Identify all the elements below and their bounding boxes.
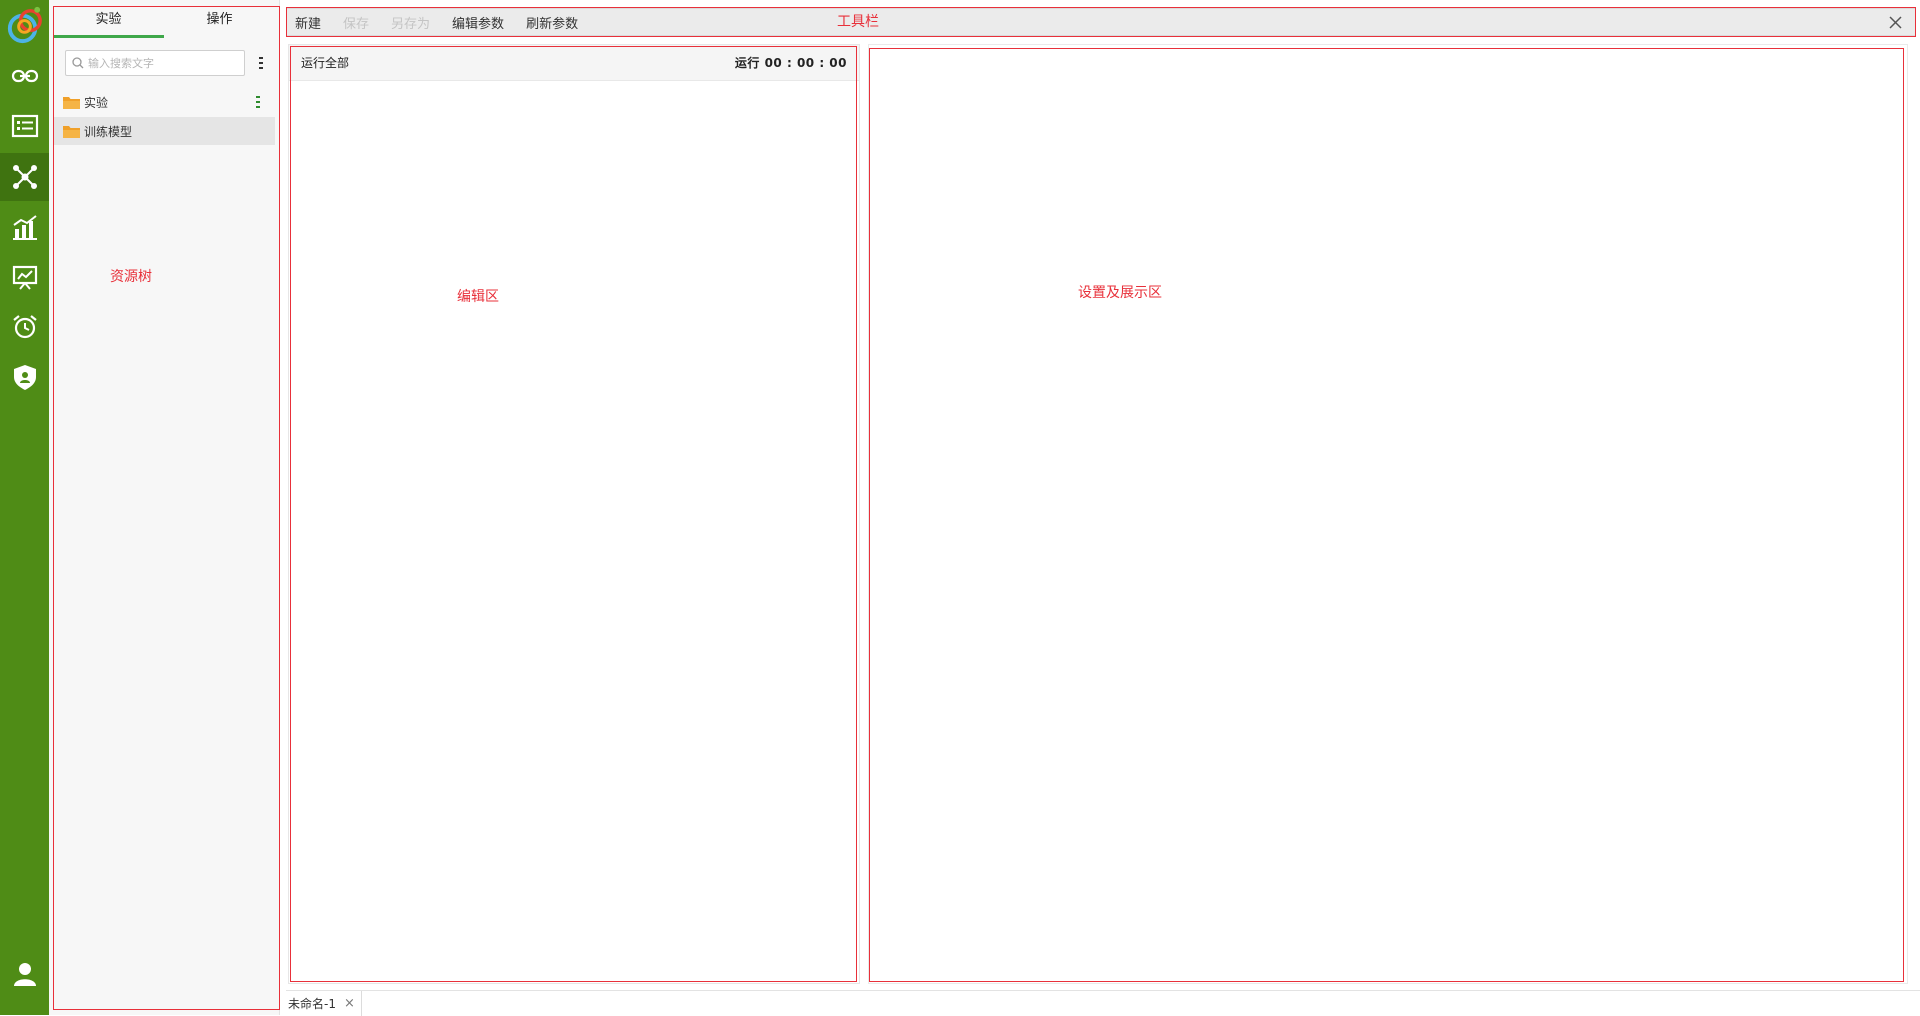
list-card-icon: [11, 114, 38, 138]
run-all-button[interactable]: 运行全部: [301, 54, 349, 71]
save-button[interactable]: 保存: [343, 13, 369, 32]
tree-item-label: 训练模型: [84, 124, 133, 139]
presentation-chart-icon: [12, 265, 37, 290]
rail-statistics[interactable]: [0, 203, 49, 251]
annotation-label-settings: 设置及展示区: [1078, 285, 1162, 301]
rail-link[interactable]: [0, 52, 49, 100]
close-icon[interactable]: [1888, 15, 1903, 30]
network-icon: [12, 165, 37, 189]
tree-item-experiment[interactable]: 实验: [53, 88, 275, 116]
item-menu-icon[interactable]: [256, 96, 260, 108]
user-icon: [13, 963, 36, 986]
tree-item-train-model[interactable]: 训练模型: [53, 117, 275, 145]
search-icon: [72, 57, 84, 69]
tree-tabs: 实验 操作: [53, 6, 275, 42]
annotation-label-edit: 编辑区: [457, 289, 499, 305]
rail-network[interactable]: [0, 153, 49, 201]
tab-experiments[interactable]: 实验: [53, 6, 164, 42]
alarm-clock-icon: [12, 315, 37, 339]
rail-security[interactable]: [0, 353, 49, 401]
bar-chart-icon: [12, 215, 37, 240]
refresh-params-button[interactable]: 刷新参数: [526, 13, 578, 32]
edit-area: 运行全部 运行 00 : 00 : 00: [288, 44, 860, 984]
resource-tree-panel: 实验 操作 实验 训练模型: [49, 0, 280, 1015]
document-tab-bar: 未命名-1 ×: [286, 990, 1920, 1016]
shield-user-icon: [13, 365, 36, 390]
doc-tab-label: 未命名-1: [288, 996, 336, 1011]
tree-item-label: 实验: [84, 95, 109, 110]
tree-search: [65, 50, 245, 76]
run-timer: 运行 00 : 00 : 00: [734, 56, 847, 70]
tree-menu-icon[interactable]: [259, 57, 263, 69]
edit-header: 运行全部 运行 00 : 00 : 00: [289, 45, 859, 81]
nav-rail: [0, 0, 49, 1015]
close-tab-icon[interactable]: ×: [344, 996, 355, 1011]
rail-list[interactable]: [0, 102, 49, 150]
edit-params-button[interactable]: 编辑参数: [452, 13, 504, 32]
link-icon: [11, 69, 38, 83]
search-input[interactable]: [88, 56, 234, 70]
folder-icon: [63, 125, 80, 138]
annotation-label-tree: 资源树: [110, 269, 152, 285]
tab-operations[interactable]: 操作: [164, 6, 275, 42]
rail-schedule[interactable]: [0, 303, 49, 351]
save-as-button[interactable]: 另存为: [391, 13, 430, 32]
toolbar: 新建 保存 另存为 编辑参数 刷新参数: [286, 8, 1916, 36]
new-button[interactable]: 新建: [295, 13, 321, 32]
doc-tab-untitled[interactable]: 未命名-1 ×: [286, 990, 362, 1016]
app-logo: [7, 6, 42, 44]
annotation-label-toolbar: 工具栏: [837, 14, 879, 30]
rail-user[interactable]: [0, 950, 49, 998]
rail-presentation[interactable]: [0, 253, 49, 301]
folder-icon: [63, 96, 80, 109]
settings-display-area: [868, 44, 1908, 984]
